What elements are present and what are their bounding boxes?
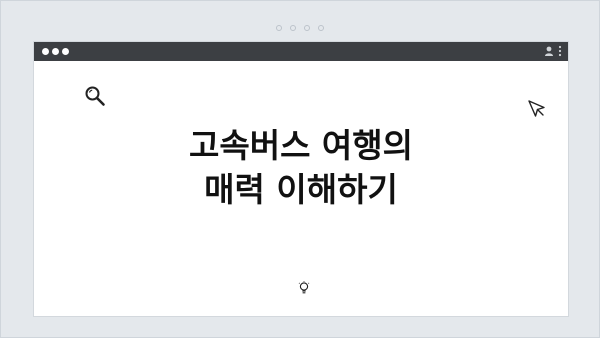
page-title-line-2: 매력 이해하기 bbox=[204, 170, 398, 209]
user-icon[interactable] bbox=[544, 45, 554, 57]
page-indicator-dots bbox=[276, 25, 324, 31]
window-control-dot[interactable] bbox=[52, 48, 59, 55]
page-background: 고속버스 여행의 매력 이해하기 bbox=[0, 0, 600, 338]
window-controls bbox=[42, 48, 69, 55]
browser-window: 고속버스 여행의 매력 이해하기 bbox=[33, 41, 569, 317]
page-dot bbox=[304, 25, 310, 31]
page-dot bbox=[290, 25, 296, 31]
page-dot bbox=[318, 25, 324, 31]
page-title-line-1: 고속버스 여행의 bbox=[188, 126, 413, 165]
page-dot bbox=[276, 25, 282, 31]
window-control-dot[interactable] bbox=[42, 48, 49, 55]
lightbulb-icon bbox=[298, 280, 310, 299]
window-control-dot[interactable] bbox=[62, 48, 69, 55]
title-bar-actions bbox=[544, 45, 562, 57]
window-title-bar bbox=[34, 42, 568, 61]
cursor-icon bbox=[527, 99, 547, 123]
page-title: 고속버스 여행의 매력 이해하기 bbox=[34, 124, 568, 212]
search-icon bbox=[84, 85, 106, 111]
kebab-menu-icon[interactable] bbox=[558, 45, 562, 57]
